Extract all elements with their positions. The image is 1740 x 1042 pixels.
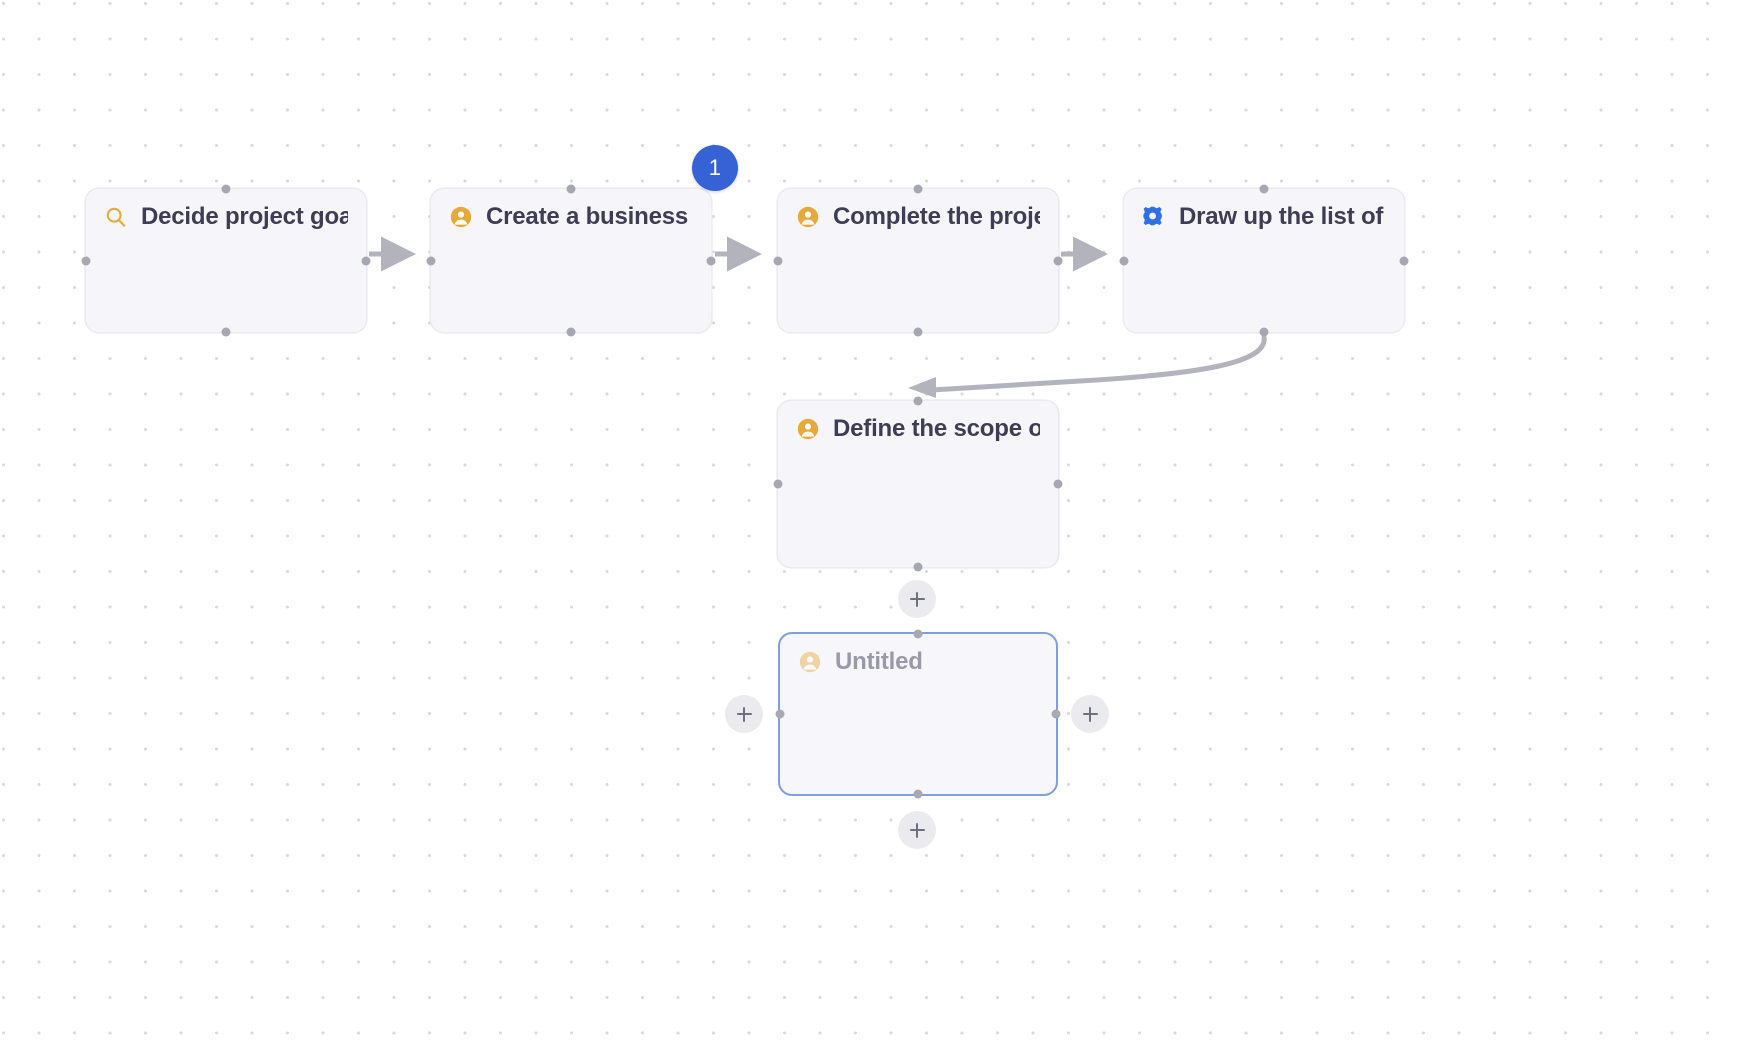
handle-right[interactable] xyxy=(706,256,716,265)
handle-right[interactable] xyxy=(1399,256,1409,265)
handle-left[interactable] xyxy=(773,256,783,265)
plus-icon xyxy=(1088,706,1092,722)
plus-icon xyxy=(915,822,919,838)
person-icon xyxy=(799,651,821,673)
person-icon xyxy=(797,206,819,228)
node-header: Create a business c… xyxy=(431,189,711,231)
node-title: Decide project goals xyxy=(141,203,348,230)
plus-icon xyxy=(742,706,746,722)
handle-top[interactable] xyxy=(1259,184,1269,194)
handle-bottom[interactable] xyxy=(913,789,923,799)
node-draw-up-the-list-of-stakeholders[interactable]: Draw up the list of st… xyxy=(1119,184,1409,337)
node-header: Define the scope of t… xyxy=(778,401,1058,443)
gear-icon xyxy=(1143,206,1162,226)
node-header: Untitled xyxy=(780,634,1056,676)
handle-bottom[interactable] xyxy=(1259,327,1269,337)
handle-top[interactable] xyxy=(913,396,923,406)
node-create-a-business-case[interactable]: Create a business c… xyxy=(426,184,716,337)
handle-left[interactable] xyxy=(1119,256,1129,265)
handle-right[interactable] xyxy=(361,256,371,265)
handle-right[interactable] xyxy=(1053,479,1063,489)
add-node-button-right-of-untitled[interactable] xyxy=(1071,695,1109,733)
add-node-button-left-of-untitled[interactable] xyxy=(725,695,763,733)
person-icon xyxy=(450,206,472,228)
node-title: Create a business c… xyxy=(486,203,693,230)
handle-top[interactable] xyxy=(913,629,923,639)
node-decide-project-goals[interactable]: Decide project goals xyxy=(81,184,371,337)
plus-icon xyxy=(915,591,919,607)
handle-left[interactable] xyxy=(426,256,436,265)
node-title: Draw up the list of st… xyxy=(1179,203,1386,230)
person-icon xyxy=(797,418,819,440)
add-node-button-below-define-scope[interactable] xyxy=(898,580,936,618)
handle-left[interactable] xyxy=(773,479,783,489)
handle-top[interactable] xyxy=(566,184,576,194)
flow-canvas[interactable]: Decide project goals Create a business c… xyxy=(0,0,1740,1042)
node-complete-the-project[interactable]: Complete the proje… xyxy=(773,184,1063,337)
node-header: Draw up the list of st… xyxy=(1124,189,1404,231)
add-node-button-below-untitled[interactable] xyxy=(898,811,936,849)
handle-right[interactable] xyxy=(1051,709,1061,719)
handle-left[interactable] xyxy=(81,256,91,265)
handle-bottom[interactable] xyxy=(913,562,923,572)
node-untitled[interactable]: Untitled xyxy=(775,629,1061,799)
node-header: Decide project goals xyxy=(86,189,366,231)
handle-bottom[interactable] xyxy=(566,327,576,337)
edge-draw-to-define-scope[interactable] xyxy=(908,334,1267,398)
node-title: Untitled xyxy=(835,648,923,675)
handle-bottom[interactable] xyxy=(913,327,923,337)
node-define-the-scope-of-the-project[interactable]: Define the scope of t… xyxy=(773,396,1063,572)
node-title: Define the scope of t… xyxy=(833,415,1040,442)
handle-left[interactable] xyxy=(775,709,785,719)
node-title: Complete the proje… xyxy=(833,203,1040,230)
handle-bottom[interactable] xyxy=(221,327,231,337)
badge-label: 1 xyxy=(708,155,722,180)
node-header: Complete the proje… xyxy=(778,189,1058,231)
node-badge-count[interactable]: 1 xyxy=(692,145,738,191)
handle-right[interactable] xyxy=(1053,256,1063,265)
search-icon xyxy=(106,207,126,227)
handle-top[interactable] xyxy=(221,184,231,194)
handle-top[interactable] xyxy=(913,184,923,194)
